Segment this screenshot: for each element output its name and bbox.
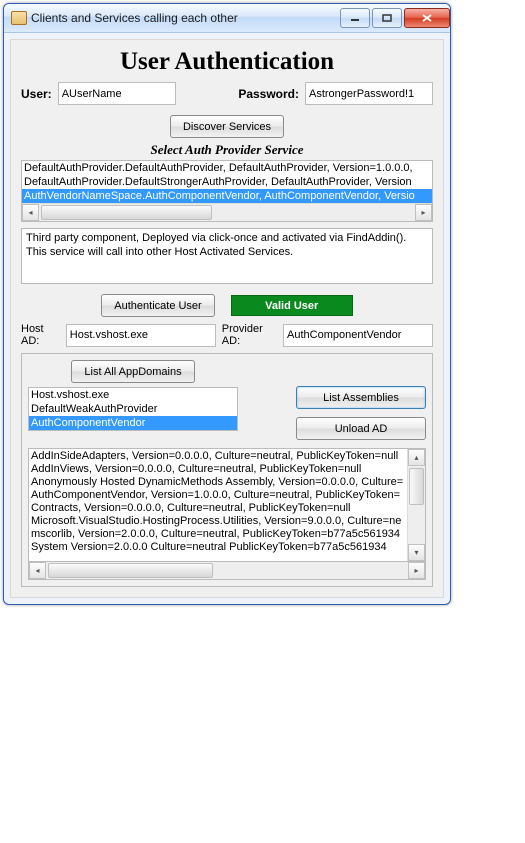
provider-section-label: Select Auth Provider Service bbox=[21, 142, 433, 158]
assemblies-hscrollbar[interactable]: ◂ ▸ bbox=[28, 562, 426, 580]
appdomain-list-item[interactable]: DefaultWeakAuthProvider bbox=[29, 402, 237, 416]
unload-ad-button[interactable]: Unload AD bbox=[296, 417, 426, 440]
assemblies-vscrollbar[interactable]: ▴ ▾ bbox=[407, 449, 425, 561]
password-input[interactable] bbox=[305, 82, 433, 105]
app-window: Clients and Services calling each other … bbox=[3, 3, 451, 605]
appdomain-list-item[interactable]: AuthComponentVendor bbox=[29, 416, 237, 430]
provider-listbox[interactable]: DefaultAuthProvider.DefaultAuthProvider,… bbox=[21, 160, 433, 222]
scroll-right-icon[interactable]: ▸ bbox=[415, 204, 432, 221]
assembly-line: System Version=2.0.0.0 Culture=neutral P… bbox=[31, 541, 405, 554]
window-title: Clients and Services calling each other bbox=[31, 11, 338, 25]
provider-list-item[interactable]: DefaultAuthProvider.DefaultStrongerAuthP… bbox=[22, 175, 432, 189]
scroll-right-icon[interactable]: ▸ bbox=[408, 562, 425, 579]
scroll-up-icon[interactable]: ▴ bbox=[408, 449, 425, 466]
scroll-left-icon[interactable]: ◂ bbox=[22, 204, 39, 221]
assembly-line: mscorlib, Version=2.0.0.0, Culture=neutr… bbox=[31, 528, 405, 541]
list-assemblies-button[interactable]: List Assemblies bbox=[296, 386, 426, 409]
appdomain-list-item[interactable]: Host.vshost.exe bbox=[29, 388, 237, 402]
provider-ad-field[interactable] bbox=[283, 324, 433, 347]
scroll-down-icon[interactable]: ▾ bbox=[408, 544, 425, 561]
assembly-line: AddInViews, Version=0.0.0.0, Culture=neu… bbox=[31, 463, 405, 476]
assembly-line: Microsoft.VisualStudio.HostingProcess.Ut… bbox=[31, 515, 405, 528]
close-button[interactable] bbox=[404, 8, 450, 28]
credentials-row: User: Password: bbox=[21, 82, 433, 105]
password-label: Password: bbox=[238, 87, 299, 101]
assembly-line: Anonymously Hosted DynamicMethods Assemb… bbox=[31, 476, 405, 489]
provider-list-item[interactable]: DefaultAuthProvider.DefaultAuthProvider,… bbox=[22, 161, 432, 175]
provider-description: Third party component, Deployed via clic… bbox=[21, 228, 433, 284]
host-ad-label: Host AD: bbox=[21, 323, 60, 347]
titlebar[interactable]: Clients and Services calling each other bbox=[4, 4, 450, 33]
assemblies-textbox[interactable]: AddInSideAdapters, Version=0.0.0.0, Cult… bbox=[28, 448, 426, 562]
assembly-line: AddInSideAdapters, Version=0.0.0.0, Cult… bbox=[31, 450, 405, 463]
app-icon bbox=[10, 10, 26, 26]
provider-list-item[interactable]: AuthVendorNameSpace.AuthComponentVendor,… bbox=[22, 189, 432, 203]
authenticate-button[interactable]: Authenticate User bbox=[101, 294, 214, 317]
user-label: User: bbox=[21, 87, 52, 101]
page-title: User Authentication bbox=[21, 48, 433, 76]
list-appdomains-button[interactable]: List All AppDomains bbox=[71, 360, 194, 383]
assembly-line: AuthComponentVendor, Version=1.0.0.0, Cu… bbox=[31, 489, 405, 502]
scroll-left-icon[interactable]: ◂ bbox=[29, 562, 46, 579]
user-input[interactable] bbox=[58, 82, 176, 105]
minimize-button[interactable] bbox=[340, 8, 370, 28]
discover-services-button[interactable]: Discover Services bbox=[170, 115, 284, 138]
auth-status-badge: Valid User bbox=[231, 295, 353, 316]
appdomain-listbox[interactable]: Host.vshost.exeDefaultWeakAuthProviderAu… bbox=[28, 387, 238, 431]
appdomain-panel: List All AppDomains Host.vshost.exeDefau… bbox=[21, 353, 433, 587]
provider-hscrollbar[interactable]: ◂ ▸ bbox=[22, 203, 432, 221]
host-ad-field[interactable] bbox=[66, 324, 216, 347]
client-area: User Authentication User: Password: Disc… bbox=[10, 39, 444, 598]
provider-ad-label: Provider AD: bbox=[222, 323, 277, 347]
assembly-line: Contracts, Version=0.0.0.0, Culture=neut… bbox=[31, 502, 405, 515]
maximize-button[interactable] bbox=[372, 8, 402, 28]
